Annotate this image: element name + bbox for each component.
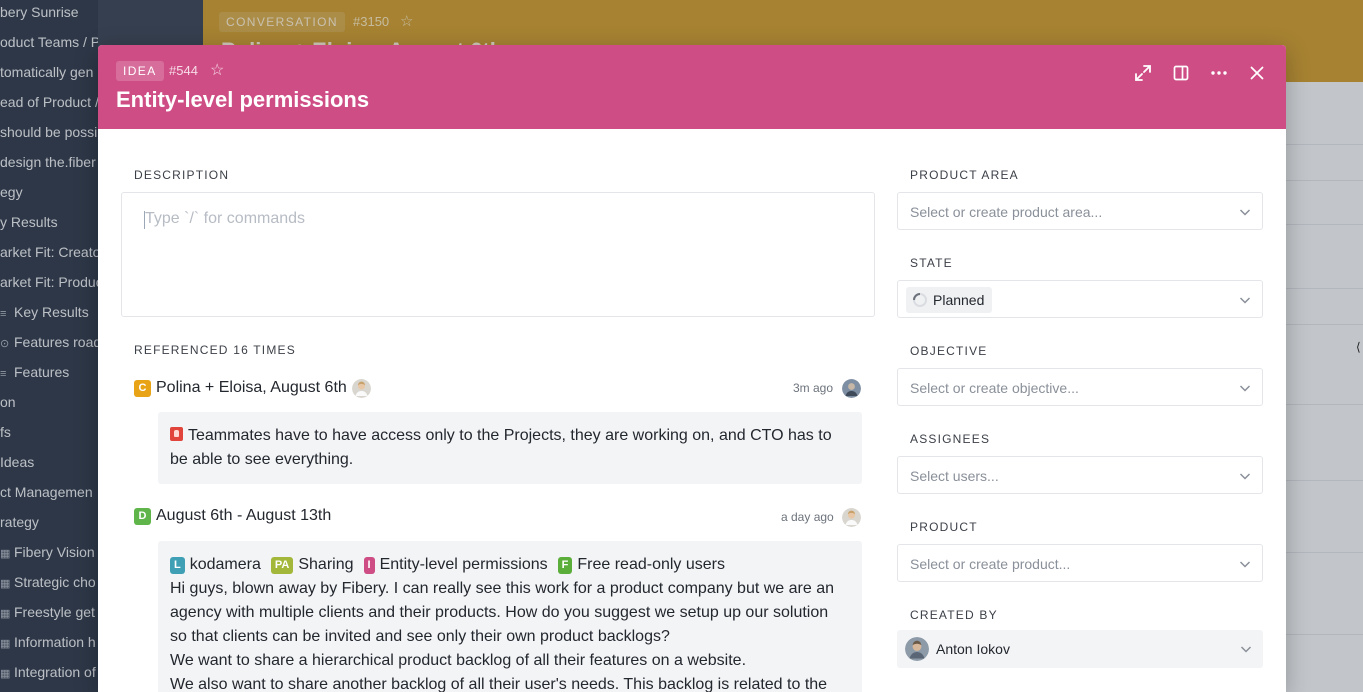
reference-title[interactable]: Polina + Eloisa, August 6th [156,379,347,397]
entity-id: #544 [169,63,198,78]
entity-title[interactable]: Entity-level permissions [116,87,369,113]
chevron-down-icon [1239,385,1251,392]
split-view-icon[interactable] [1167,59,1195,87]
expand-icon[interactable] [1129,59,1157,87]
mention-chip[interactable]: Free read-only users [577,553,725,577]
state-value: Planned [933,292,985,308]
reference-header[interactable]: D August 6th - August 13th [134,506,331,526]
reference-snippet-text: Teammates have to have access only to th… [170,427,832,468]
favorite-star-icon[interactable]: ☆ [210,60,224,80]
description-editor[interactable]: Type `/` for commands [121,192,875,317]
chevron-down-icon [1239,209,1251,216]
objective-label: OBJECTIVE [910,344,988,358]
description-label: DESCRIPTION [134,168,230,182]
mention-type-badge: I [363,556,375,574]
product-area-select[interactable]: Select or create product area... [897,192,1263,230]
assignees-label: ASSIGNEES [910,432,991,446]
reference-header[interactable]: C Polina + Eloisa, August 6th [134,378,371,398]
product-placeholder: Select or create product... [910,556,1071,572]
more-icon[interactable] [1205,59,1233,87]
reference-type-badge: D [134,507,151,525]
mention-type-badge: PA [270,556,294,574]
state-chip: Planned [906,287,993,313]
product-area-label: PRODUCT AREA [910,168,1019,182]
snippet-line: We want to share a hierarchical product … [170,652,747,669]
chevron-down-icon [1240,646,1252,653]
mention-chip[interactable]: Entity-level permissions [380,553,548,577]
entity-type-badge: IDEA [116,61,164,81]
close-icon[interactable] [1243,59,1271,87]
mention-type-badge: F [557,556,573,574]
reference-timestamp: a day ago [781,510,834,524]
references-label: REFERENCED 16 TIMES [134,343,296,357]
reference-title[interactable]: August 6th - August 13th [156,507,331,525]
reference-type-badge: C [134,379,151,397]
snippet-line: We also want to share another backlog of… [170,676,828,692]
created-by-value: Anton Iokov [936,641,1010,657]
product-label: PRODUCT [910,520,978,534]
cursor-indicator: ⟨ [1356,340,1361,354]
product-select[interactable]: Select or create product... [897,544,1263,582]
mention-type-badge: L [170,556,185,574]
chevron-down-icon [1239,561,1251,568]
created-by-label: CREATED BY [910,608,998,622]
state-select[interactable]: Planned [897,280,1263,318]
avatar [905,637,929,661]
mention-chips: L kodamera PA Sharing I Entity-level per… [170,553,850,577]
alert-icon [170,427,183,441]
chevron-down-icon [1239,297,1251,304]
mention-chip[interactable]: Sharing [298,553,353,577]
snippet-line: so that clients can be invited and see o… [170,628,670,645]
idea-modal: IDEA #544 ☆ Entity-level permissions DES… [98,45,1286,692]
description-placeholder: Type `/` for commands [145,210,306,227]
reference-snippet[interactable]: Teammates have to have access only to th… [158,412,862,484]
objective-placeholder: Select or create objective... [910,380,1079,396]
in-progress-icon [913,293,927,307]
mention-chip[interactable]: kodamera [190,553,261,577]
avatar [351,378,371,398]
reference-timestamp: 3m ago [793,381,834,395]
created-by-select[interactable]: Anton Iokov [897,630,1263,668]
assignees-select[interactable]: Select users... [897,456,1263,494]
product-area-placeholder: Select or create product area... [910,204,1103,220]
snippet-line: Hi guys, blown away by Fibery. I can rea… [170,580,835,597]
snippet-line: agency with multiple clients and their p… [170,604,829,621]
objective-select[interactable]: Select or create objective... [897,368,1263,406]
reference-snippet[interactable]: L kodamera PA Sharing I Entity-level per… [158,541,862,692]
avatar [842,508,861,527]
modal-header: IDEA #544 ☆ Entity-level permissions [98,45,1286,129]
avatar [842,379,861,398]
assignees-placeholder: Select users... [910,468,999,484]
chevron-down-icon [1239,473,1251,480]
state-label: STATE [910,256,953,270]
